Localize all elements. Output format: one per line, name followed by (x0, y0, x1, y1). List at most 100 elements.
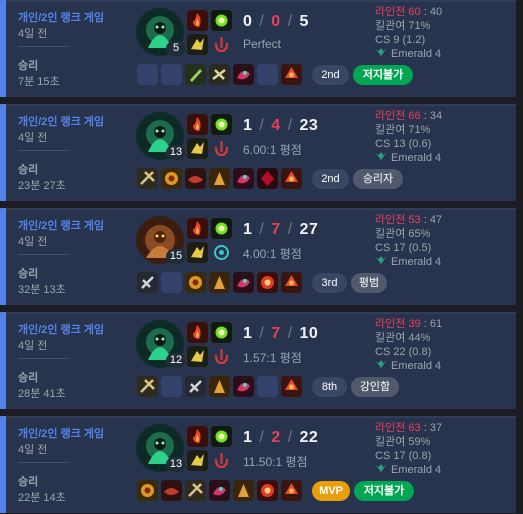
match-card[interactable]: 개인/2인 랭크 게임 4일 전 승리 28분 41초 12 1 / 7 / 1… (0, 312, 516, 409)
average-rank: Emerald 4 (391, 360, 442, 372)
item-slot-empty[interactable] (161, 272, 182, 293)
average-rank: Emerald 4 (391, 464, 442, 476)
deaths-count: 0 (271, 13, 281, 30)
average-rank: Emerald 4 (391, 256, 442, 268)
item-slot-empty[interactable] (137, 64, 158, 85)
item-icon[interactable] (233, 376, 254, 397)
summoner-spell-ignite-icon[interactable] (187, 322, 208, 343)
achievement-badge: 저지불가 (354, 481, 414, 501)
rune-secondary-icon[interactable] (211, 242, 232, 263)
divider (18, 462, 68, 463)
kills-count: 0 (243, 13, 253, 30)
item-icon[interactable] (209, 480, 230, 501)
match-card[interactable]: 개인/2인 랭크 게임 4일 전 승리 7분 15초 5 0 / 0 / 5 P… (0, 0, 516, 97)
item-icon[interactable] (257, 480, 278, 501)
match-stats: 라인전 53 : 47 킬관여 65% CS 17 (0.5) Emerald … (375, 214, 443, 268)
match-card[interactable]: 개인/2인 랭크 게임 4일 전 승리 22분 14초 13 1 / 2 / 2… (0, 416, 516, 513)
item-slot-empty[interactable] (257, 64, 278, 85)
summoner-spell-ignite-icon[interactable] (187, 218, 208, 239)
lane-score: 라인전 39 (375, 318, 421, 330)
trinket-icon[interactable] (281, 480, 302, 501)
queue-type: 개인/2인 랭크 게임 (18, 324, 105, 336)
divider (18, 358, 68, 359)
lane-score: 라인전 63 (375, 422, 421, 434)
item-icon[interactable] (185, 272, 206, 293)
kills-count: 1 (243, 221, 253, 238)
summoner-spell-smite-icon[interactable] (211, 426, 232, 447)
item-icon[interactable] (233, 480, 254, 501)
match-card[interactable]: 개인/2인 랭크 게임 4일 전 승리 23분 27초 13 1 / 4 / 2… (0, 104, 516, 201)
divider (18, 150, 68, 151)
match-result: 승리 (18, 372, 39, 384)
kill-participation: 킬관여 44% (375, 332, 431, 344)
time-ago: 4일 전 (18, 340, 48, 352)
rune-secondary-icon[interactable] (211, 450, 232, 471)
rune-keystone-icon[interactable] (187, 450, 208, 471)
match-stats: 라인전 60 : 40 킬관여 71% CS 9 (1.2) Emerald 4 (375, 6, 443, 60)
kda-score: 1 / 4 / 23 (243, 117, 319, 134)
rune-secondary-icon[interactable] (211, 34, 232, 55)
rune-keystone-icon[interactable] (187, 242, 208, 263)
lane-opponent-score: 37 (429, 422, 443, 434)
champion-level: 15 (166, 249, 186, 264)
rune-keystone-icon[interactable] (187, 34, 208, 55)
match-history-list: 개인/2인 랭크 게임 4일 전 승리 7분 15초 5 0 / 0 / 5 P… (0, 0, 523, 514)
item-icon[interactable] (233, 64, 254, 85)
match-card[interactable]: 개인/2인 랭크 게임 4일 전 승리 32분 13초 15 1 / 7 / 2… (0, 208, 516, 305)
placement-badge: 2nd (312, 65, 349, 85)
item-icon[interactable] (209, 376, 230, 397)
item-slot-empty[interactable] (161, 64, 182, 85)
item-icon[interactable] (233, 272, 254, 293)
emerald-rank-icon (375, 359, 387, 373)
time-ago: 4일 전 (18, 444, 48, 456)
match-duration: 22분 14초 (18, 492, 66, 504)
card-divider (6, 104, 516, 106)
summoner-spell-ignite-icon[interactable] (187, 114, 208, 135)
summoner-spell-ignite-icon[interactable] (187, 426, 208, 447)
item-icon[interactable] (137, 480, 158, 501)
item-slot-empty[interactable] (257, 376, 278, 397)
match-stats: 라인전 39 : 61 킬관여 44% CS 22 (0.8) Emerald … (375, 318, 443, 373)
rune-keystone-icon[interactable] (187, 138, 208, 159)
item-icon[interactable] (137, 376, 158, 397)
achievement-badge: 저지불가 (353, 65, 413, 85)
trinket-icon[interactable] (281, 272, 302, 293)
summoner-spell-smite-icon[interactable] (211, 10, 232, 31)
item-icon[interactable] (257, 168, 278, 189)
item-icon[interactable] (209, 272, 230, 293)
creep-score: CS 17 (0.8) (375, 450, 432, 462)
trinket-icon[interactable] (281, 376, 302, 397)
item-icon[interactable] (161, 480, 182, 501)
item-icon[interactable] (185, 64, 206, 85)
summoner-spell-ignite-icon[interactable] (187, 10, 208, 31)
rune-keystone-icon[interactable] (187, 346, 208, 367)
item-slot-empty[interactable] (161, 376, 182, 397)
rune-secondary-icon[interactable] (211, 138, 232, 159)
creep-score: CS 9 (1.2) (375, 34, 426, 46)
match-duration: 7분 15초 (18, 76, 60, 88)
summoner-spell-smite-icon[interactable] (211, 114, 232, 135)
achievement-badge: 강인함 (351, 377, 399, 397)
item-icon[interactable] (257, 272, 278, 293)
item-icon[interactable] (185, 168, 206, 189)
item-icon[interactable] (137, 168, 158, 189)
item-icon[interactable] (209, 64, 230, 85)
item-icon[interactable] (185, 480, 206, 501)
placement-badge: 2nd (312, 169, 349, 189)
deaths-count: 2 (271, 429, 281, 446)
item-icon[interactable] (161, 168, 182, 189)
champion-level: 13 (166, 145, 186, 160)
trinket-icon[interactable] (281, 168, 302, 189)
item-icon[interactable] (137, 272, 158, 293)
summoner-spell-smite-icon[interactable] (211, 218, 232, 239)
rune-secondary-icon[interactable] (211, 346, 232, 367)
match-stats: 라인전 63 : 37 킬관여 59% CS 17 (0.8) Emerald … (375, 422, 443, 476)
champion-level: 5 (166, 41, 186, 56)
item-icon[interactable] (233, 168, 254, 189)
summoner-spell-smite-icon[interactable] (211, 322, 232, 343)
trinket-icon[interactable] (281, 64, 302, 85)
kda-ratio: 11.50:1 평점 (243, 455, 308, 469)
item-icon[interactable] (209, 168, 230, 189)
item-icon[interactable] (185, 376, 206, 397)
lane-opponent-score: 61 (429, 318, 443, 330)
